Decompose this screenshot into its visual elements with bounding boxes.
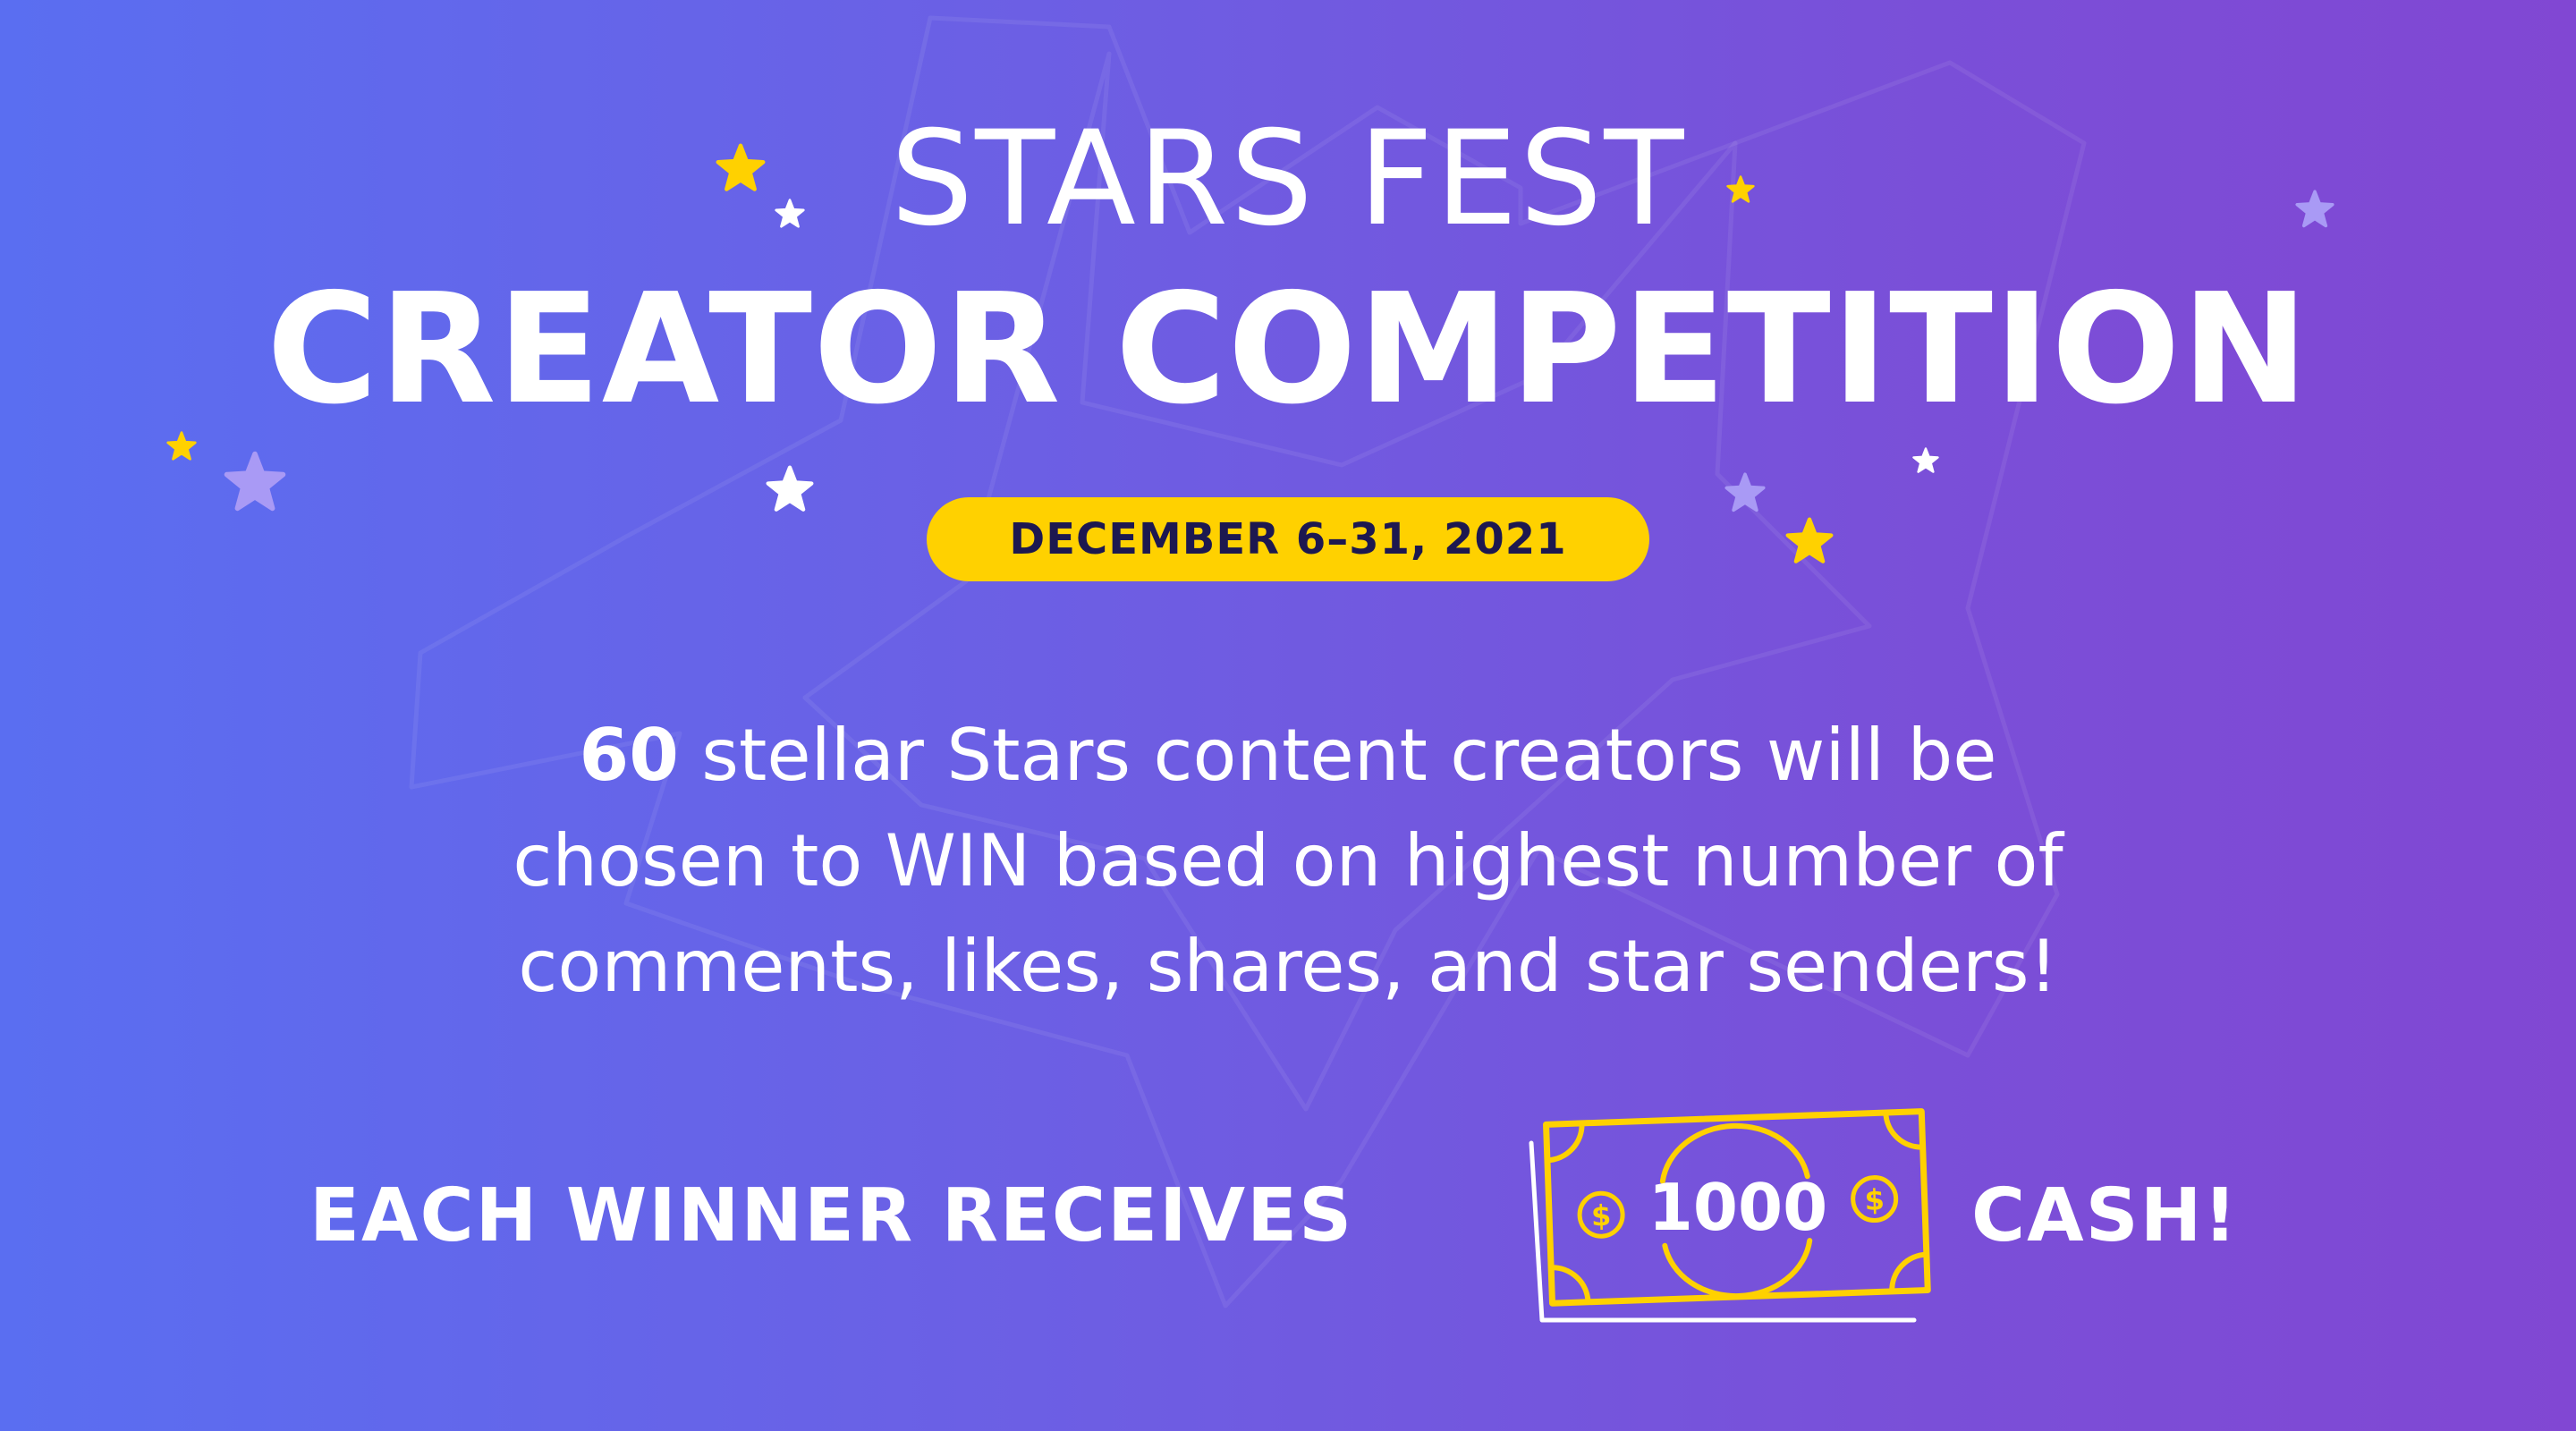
star-icon	[1785, 517, 1834, 563]
event-title: STARS FEST	[890, 103, 1686, 255]
star-icon	[1912, 447, 1939, 473]
description-line-2: chosen to WIN based on highest number of	[513, 819, 2063, 902]
dollar-coin-icon: $	[1851, 1175, 1899, 1224]
competition-title: CREATOR COMPETITION	[266, 261, 2310, 438]
description-line-1: 60 stellar Stars content creators will b…	[215, 703, 2361, 809]
star-icon	[224, 451, 286, 512]
winner-count: 60	[579, 714, 679, 797]
coin-dollar-symbol: $	[1864, 1182, 1885, 1217]
star-icon	[1724, 472, 1766, 512]
prize-lead-text: EACH WINNER RECEIVES	[309, 1173, 1354, 1258]
star-icon	[766, 465, 814, 512]
promo-banner: STARS FEST CREATOR COMPETITION DECEMBER …	[0, 0, 2576, 1431]
dollar-coin-icon: $	[1577, 1190, 1625, 1239]
description: 60 stellar Stars content creators will b…	[215, 703, 2361, 1020]
prize-tail-text: CASH!	[1971, 1173, 2239, 1258]
prize-amount: 1000	[1648, 1170, 1828, 1245]
date-badge: DECEMBER 6–31, 2021	[927, 497, 1649, 581]
description-line-1-text: stellar Stars content creators will be	[678, 714, 1997, 797]
star-icon	[166, 431, 197, 461]
coin-dollar-symbol: $	[1590, 1198, 1612, 1233]
description-line-3: comments, likes, shares, and star sender…	[518, 925, 2058, 1008]
